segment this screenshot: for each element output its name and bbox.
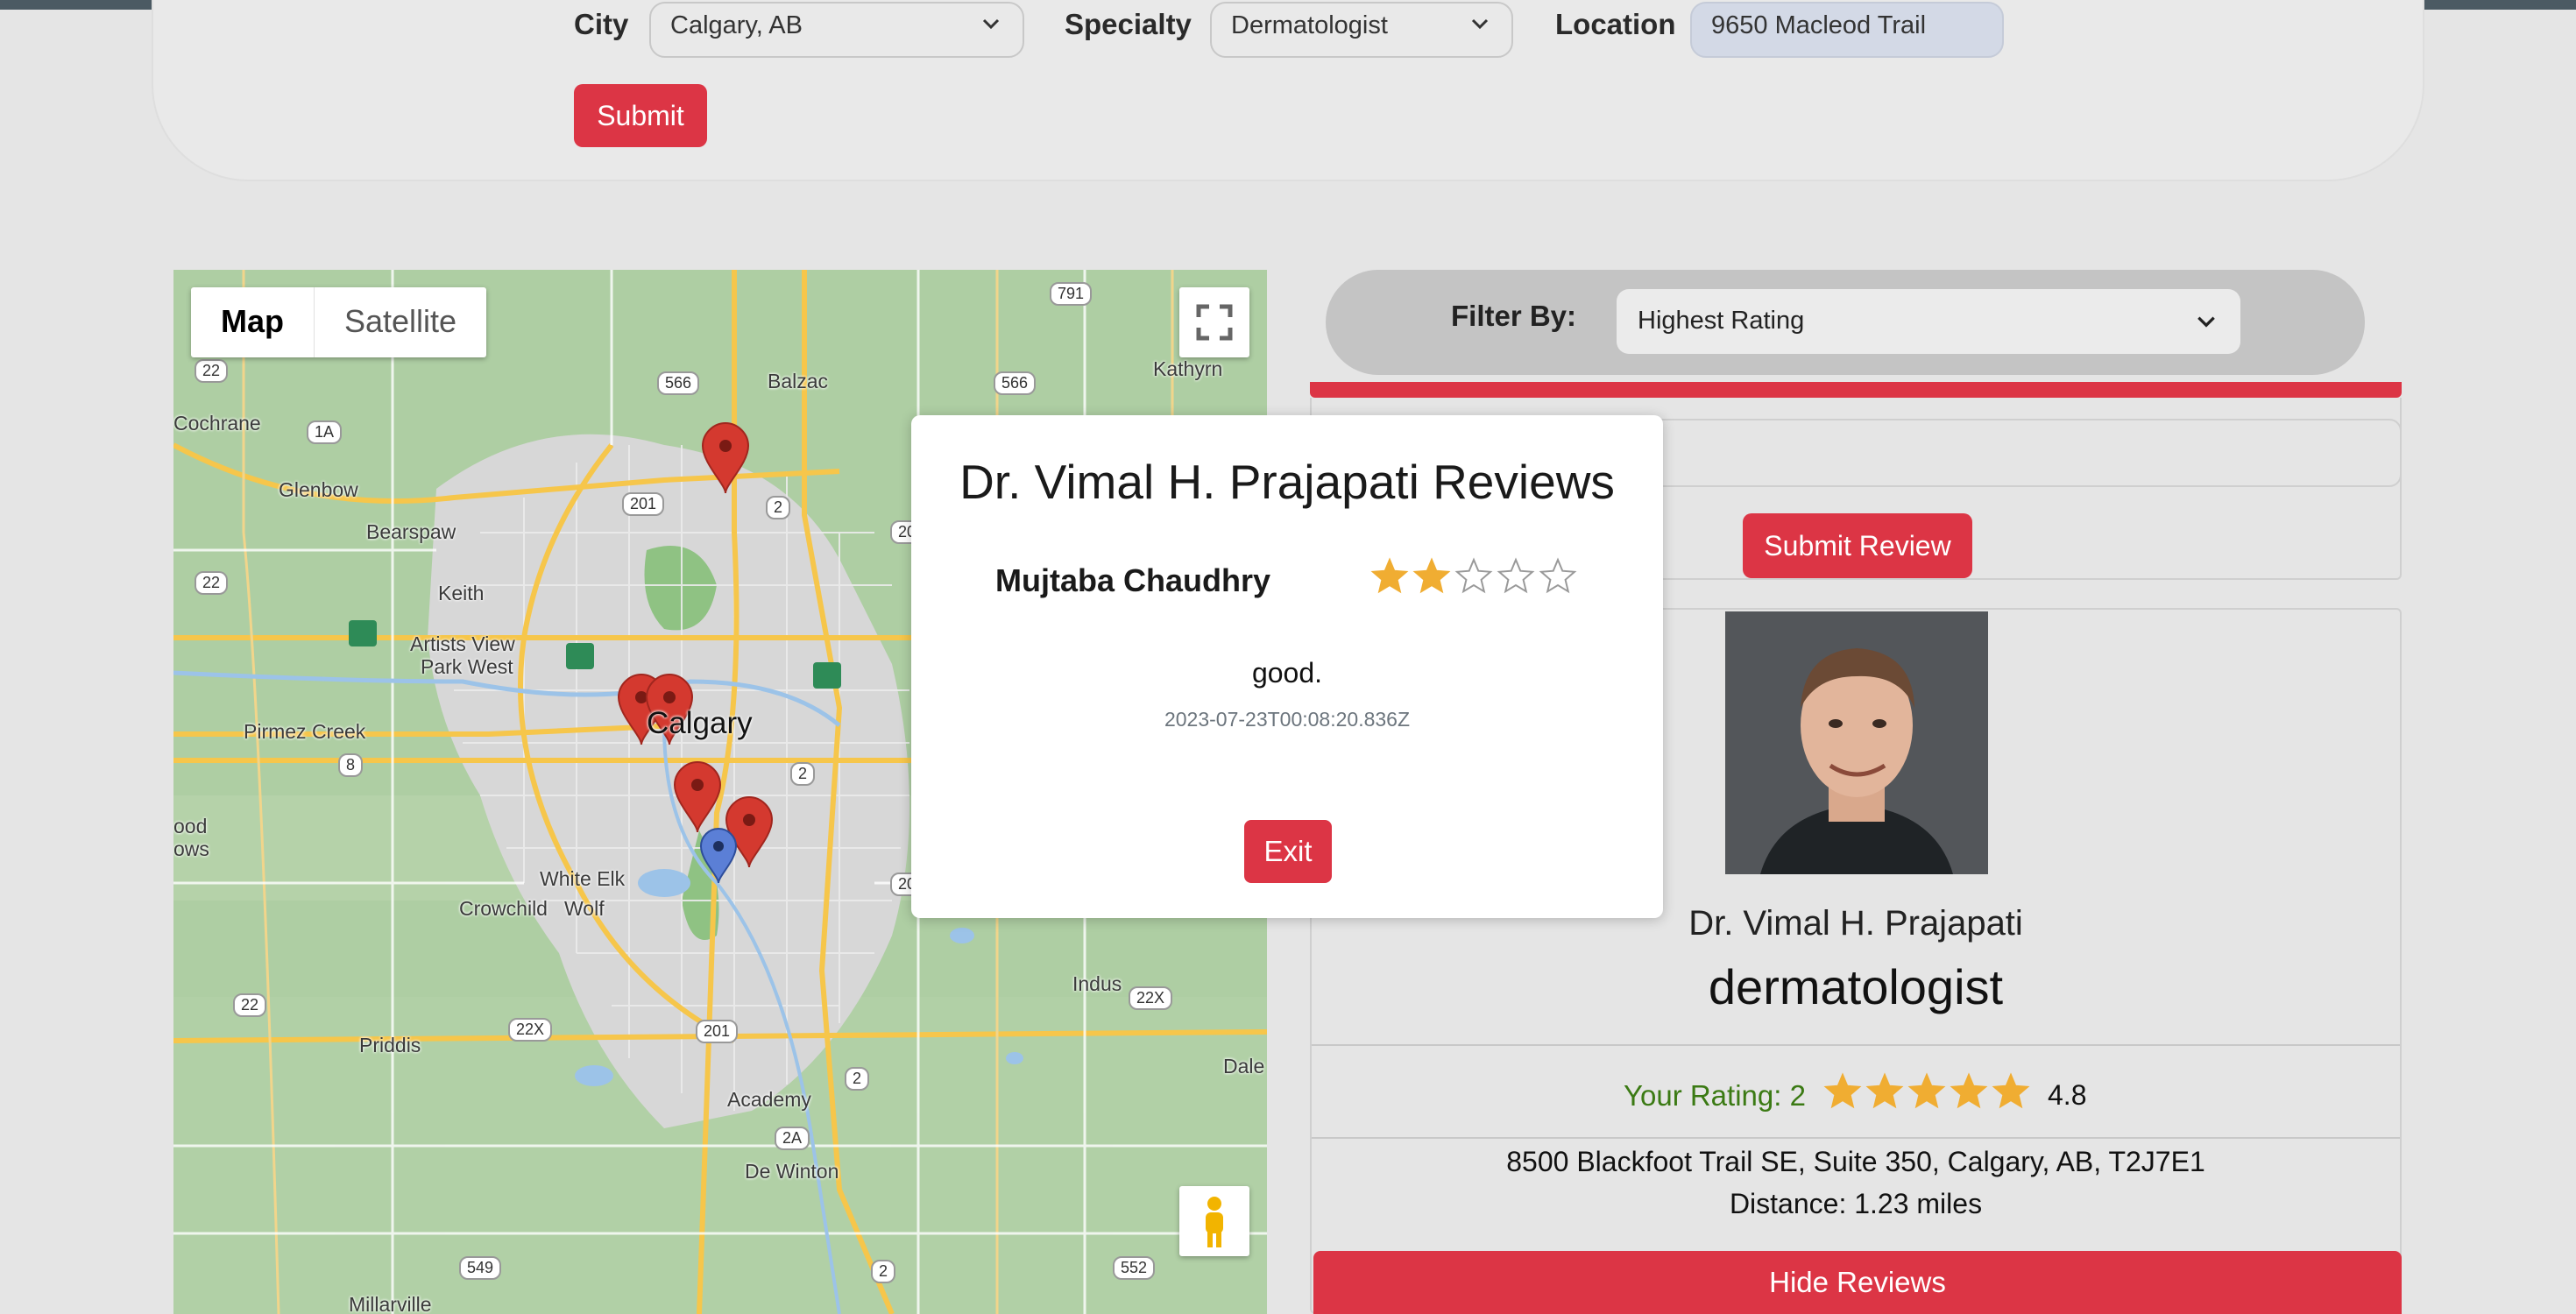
map-type-toggle: Map Satellite	[191, 287, 487, 357]
average-rating-value: 4.8	[2048, 1079, 2087, 1111]
rating-row: Your Rating: 2 4.8	[1312, 1065, 2400, 1121]
map-label: Academy	[727, 1088, 811, 1111]
doctor-address: 8500 Blackfoot Trail SE, Suite 350, Calg…	[1506, 1146, 2205, 1177]
doctor-photo	[1725, 611, 1988, 874]
specialty-label: Specialty	[1065, 8, 1192, 40]
map-label: Wolf	[564, 897, 605, 920]
highway-shield: 549	[459, 1256, 502, 1280]
highway-shield: 22	[195, 359, 229, 383]
map-label: Kathyrn	[1153, 357, 1223, 380]
location-label: Location	[1555, 8, 1676, 40]
map-label: Bearspaw	[366, 520, 456, 543]
chevron-down-icon	[1471, 18, 1489, 30]
doctor-address-block: 8500 Blackfoot Trail SE, Suite 350, Calg…	[1312, 1141, 2400, 1225]
fullscreen-icon	[1196, 304, 1233, 341]
map-label: Dale	[1223, 1055, 1265, 1077]
reviewer-name: Mujtaba Chaudhry	[995, 562, 1271, 598]
review-text: good.	[1251, 657, 1323, 689]
highway-shield: 566	[994, 371, 1037, 395]
map-label: Priddis	[359, 1034, 421, 1056]
filter-bar: Filter By: Highest Rating	[1326, 270, 2365, 375]
park-icon	[566, 643, 594, 669]
star-empty-icon	[1539, 557, 1577, 594]
location-input[interactable]: 9650 Macleod Trail	[1690, 2, 2004, 58]
fullscreen-button[interactable]	[1179, 287, 1249, 357]
map-label: ood	[173, 815, 208, 837]
city-select[interactable]: Calgary, AB	[649, 2, 1024, 58]
highway-shield: 8	[338, 753, 364, 777]
divider	[1312, 1137, 2400, 1139]
chevron-down-icon	[982, 18, 1000, 30]
star-filled-icon	[1412, 557, 1451, 594]
map-label: Pirmez Creek	[244, 720, 366, 743]
specialty-select-value: Dermatologist	[1231, 11, 1388, 39]
chevron-down-icon	[2197, 316, 2215, 328]
highway-shield: 2	[871, 1260, 896, 1283]
filter-select-value: Highest Rating	[1638, 307, 1805, 335]
map-label: Millarville	[349, 1293, 432, 1314]
specialty-select[interactable]: Dermatologist	[1210, 2, 1513, 58]
star-filled-icon	[1907, 1072, 1946, 1109]
your-rating: Your Rating: 2	[1624, 1079, 1806, 1112]
filter-select[interactable]: Highest Rating	[1617, 289, 2240, 354]
map-label: Park West	[421, 655, 513, 678]
highway-shield: 791	[1050, 282, 1093, 306]
city-label: City	[574, 8, 629, 40]
divider	[1312, 1044, 2400, 1046]
doctor-distance: Distance: 1.23 miles	[1729, 1188, 1983, 1219]
review-date: 2023-07-23T00:08:20.836Z	[1164, 708, 1411, 731]
map-label: Keith	[438, 582, 485, 604]
park-icon	[813, 662, 841, 689]
city-select-value: Calgary, AB	[670, 11, 803, 39]
map-label: ows	[173, 837, 209, 860]
star-empty-icon	[1497, 557, 1535, 594]
map-type-satellite-button[interactable]: Satellite	[315, 287, 486, 357]
highway-shield: 201	[622, 492, 665, 516]
map-label: White Elk	[540, 867, 626, 890]
map-label-city: Calgary	[647, 706, 753, 740]
map-label: Balzac	[768, 370, 829, 392]
highway-shield: 1A	[307, 420, 343, 444]
map-label: Crowchild	[459, 897, 548, 920]
map-label: Glenbow	[279, 478, 358, 501]
pegman-icon	[1206, 1197, 1223, 1247]
highway-shield: 22	[233, 993, 267, 1017]
modal-title: Dr. Vimal H. Prajapati Reviews	[959, 455, 1615, 509]
filter-label: Filter By:	[1451, 300, 1577, 332]
doctor-specialty: dermatologist	[1708, 959, 2004, 1014]
highway-shield: 2	[790, 762, 816, 786]
star-filled-icon	[1823, 1072, 1862, 1109]
highway-shield: 22X	[508, 1018, 553, 1042]
map-label: Indus	[1072, 972, 1122, 995]
review-header-strip	[1310, 382, 2402, 398]
map-label: Cochrane	[173, 412, 261, 434]
highway-shield: 566	[657, 371, 700, 395]
highway-shield: 2	[845, 1067, 870, 1091]
map-label: De Winton	[745, 1160, 839, 1183]
submit-review-button[interactable]: Submit Review	[1743, 513, 1972, 578]
review-rating-stars	[1370, 557, 1577, 594]
star-filled-icon	[1865, 1072, 1904, 1109]
exit-button[interactable]: Exit	[1244, 820, 1332, 883]
star-empty-icon	[1454, 557, 1493, 594]
highway-shield: 22	[195, 571, 229, 595]
search-panel: City Calgary, AB Specialty Dermatologist…	[152, 0, 2424, 181]
street-view-pegman[interactable]	[1179, 1186, 1249, 1256]
park-icon	[349, 620, 377, 646]
star-filled-icon	[1950, 1072, 1988, 1109]
submit-button[interactable]: Submit	[574, 84, 707, 147]
location-input-value: 9650 Macleod Trail	[1711, 11, 1927, 39]
highway-shield: 2A	[775, 1127, 810, 1150]
star-filled-icon	[1992, 1072, 2030, 1109]
hide-reviews-button[interactable]: Hide Reviews	[1313, 1251, 2402, 1314]
average-rating-stars	[1823, 1072, 2030, 1109]
highway-shield: 552	[1113, 1256, 1156, 1280]
reviews-modal: Dr. Vimal H. Prajapati Reviews Mujtaba C…	[911, 415, 1663, 918]
map-label: Artists View	[410, 632, 515, 655]
map-type-map-button[interactable]: Map	[191, 287, 315, 357]
highway-shield: 2	[766, 496, 791, 519]
star-filled-icon	[1370, 557, 1409, 594]
highway-shield: 22X	[1129, 986, 1173, 1010]
highway-shield: 201	[696, 1020, 739, 1043]
